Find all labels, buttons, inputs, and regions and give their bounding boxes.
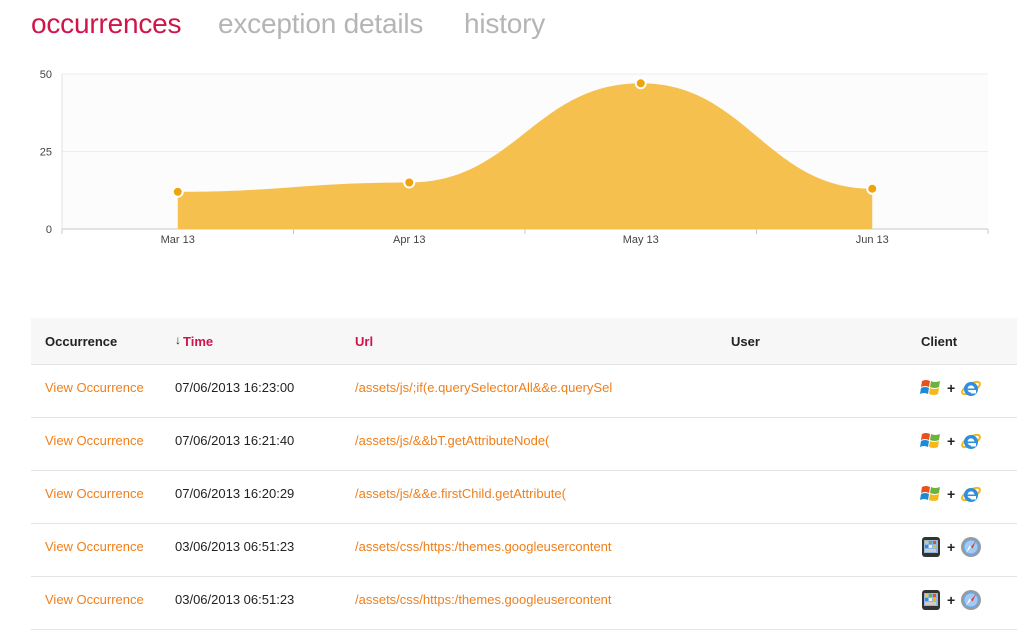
- x-tick-label: May 13: [623, 234, 659, 246]
- occurrence-url-link[interactable]: /assets/js/;if(e.querySelectorAll&&e.que…: [355, 365, 612, 411]
- tab-history[interactable]: history: [464, 4, 545, 44]
- table-row: View Occurrence 03/06/2013 06:51:23/asset…: [31, 577, 1017, 630]
- table-row: View Occurrence 03/06/2013 06:51:23/asset…: [31, 524, 1017, 577]
- header-time[interactable]: ↓ Time: [175, 318, 213, 366]
- tab-exception-details[interactable]: exception details: [218, 4, 423, 44]
- iphone-icon: [920, 589, 942, 611]
- view-occurrence-link[interactable]: View Occurrence: [45, 418, 144, 464]
- plus-sign: +: [947, 486, 956, 502]
- internet-explorer-icon: [960, 377, 982, 399]
- data-point: [866, 182, 879, 195]
- plus-sign: +: [947, 380, 956, 396]
- view-occurrence-link[interactable]: View Occurrence: [45, 471, 144, 517]
- internet-explorer-icon: [960, 483, 982, 505]
- sort-down-icon[interactable]: ↓: [175, 333, 181, 347]
- view-occurrence-link[interactable]: View Occurrence: [45, 365, 144, 411]
- view-occurrence-link[interactable]: View Occurrence: [45, 524, 144, 570]
- occurrence-url-link[interactable]: /assets/js/&&e.firstChild.getAttribute(: [355, 471, 566, 517]
- plus-sign: +: [947, 433, 956, 449]
- internet-explorer-icon: [960, 430, 982, 452]
- windows-icon: [920, 483, 942, 505]
- header-user: User: [731, 334, 760, 349]
- header-time-label[interactable]: Time: [183, 334, 213, 349]
- header-client: Client: [921, 334, 958, 349]
- table-header: Occurrence ↓ Time Url User Client: [31, 318, 1017, 365]
- occurrence-url-link[interactable]: /assets/css/https:/themes.googleusercont…: [355, 577, 612, 623]
- safari-icon: [960, 536, 982, 558]
- table-body: View Occurrence 07/06/2013 16:23:00/asset…: [31, 365, 1017, 630]
- iphone-icon: [920, 536, 942, 558]
- x-tick-label: Jun 13: [856, 234, 889, 246]
- y-tick-label: 50: [40, 69, 52, 81]
- data-point: [403, 176, 416, 189]
- occurrence-url-link[interactable]: /assets/css/https:/themes.googleusercont…: [355, 524, 612, 570]
- windows-icon: [920, 377, 942, 399]
- table-row: View Occurrence 07/06/2013 16:21:40/asset…: [31, 418, 1017, 471]
- occurrence-time: 07/06/2013 16:23:00: [175, 380, 295, 395]
- tab-occurrences[interactable]: occurrences: [31, 4, 182, 44]
- client-info: +: [920, 482, 982, 506]
- windows-icon: [920, 430, 942, 452]
- table-row: View Occurrence 07/06/2013 16:20:29/asset…: [31, 471, 1017, 524]
- view-occurrence-link[interactable]: View Occurrence: [45, 577, 144, 623]
- occurrence-time: 07/06/2013 16:21:40: [175, 433, 295, 448]
- occurrence-time: 03/06/2013 06:51:23: [175, 592, 295, 607]
- data-point: [171, 185, 184, 198]
- client-info: +: [920, 429, 982, 453]
- safari-icon: [960, 589, 982, 611]
- client-info: +: [920, 376, 982, 400]
- client-info: +: [920, 588, 982, 612]
- header-occurrence: Occurrence: [45, 334, 118, 349]
- plus-sign: +: [947, 539, 956, 555]
- header-url[interactable]: Url: [355, 318, 373, 365]
- x-tick-label: Mar 13: [161, 234, 195, 246]
- occurrence-time: 07/06/2013 16:20:29: [175, 486, 295, 501]
- y-tick-label: 0: [46, 224, 52, 236]
- occurrence-time: 03/06/2013 06:51:23: [175, 539, 295, 554]
- occurrences-chart: 0 25 50 Mar 13 Apr 13 May 13 Jun 13: [40, 69, 989, 246]
- client-info: +: [920, 535, 982, 559]
- x-tick-label: Apr 13: [393, 234, 425, 246]
- occurrence-url-link[interactable]: /assets/js/&&bT.getAttributeNode(: [355, 418, 549, 464]
- table-row: View Occurrence 07/06/2013 16:23:00/asset…: [31, 365, 1017, 418]
- y-tick-label: 25: [40, 147, 52, 159]
- data-point: [634, 77, 647, 90]
- plus-sign: +: [947, 592, 956, 608]
- occurrences-table: Occurrence ↓ Time Url User Client View Oc…: [31, 318, 1017, 630]
